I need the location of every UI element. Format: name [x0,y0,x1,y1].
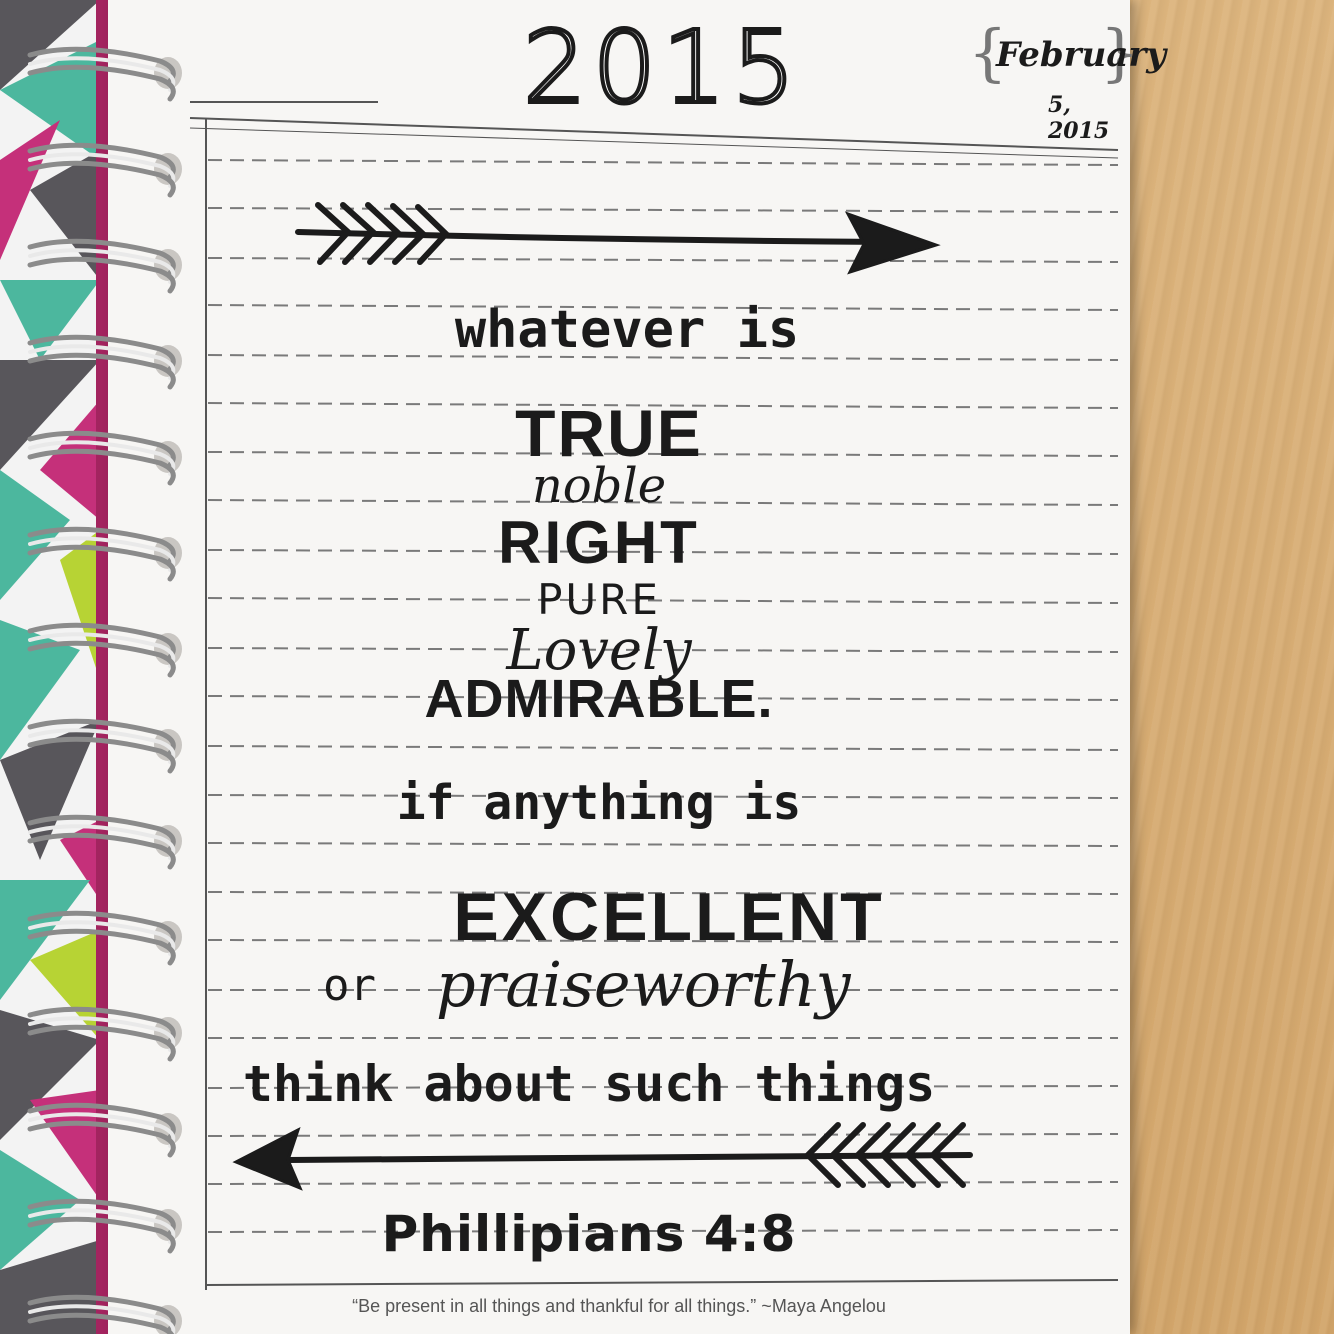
spiral-ring [28,536,176,572]
quote-word-or: or [323,960,376,1011]
spiral-binding-icon [27,46,182,1334]
spiral-ring [28,824,176,860]
spiral-ring [27,544,176,582]
spiral-ring [27,1120,176,1158]
quote-word-noble: noble [531,458,667,514]
spiral-ring [27,160,176,198]
arrow-left-icon [232,1122,973,1191]
quote-word-pure: PURE [537,575,661,624]
quote-line-if-anything-is: if anything is [396,775,802,831]
spiral-ring [28,1208,176,1244]
spiral-ring [28,728,176,764]
quote-word-excellent: EXCELLENT [453,879,885,955]
spiral-ring [28,1112,176,1148]
spiral-ring [27,832,176,870]
quote-word-admirable: ADMIRABLE. [424,669,774,729]
journal-page: 2015 { } February 5, 2015 whatever is TR… [108,0,1166,1334]
printed-footer-quote: “Be present in all things and thankful f… [352,1296,886,1316]
spiral-ring [27,256,176,294]
spiral-ring [27,736,176,774]
quote-line-whatever-is: whatever is [454,300,800,360]
scripture-reference: Phillipians 4:8 [381,1205,797,1263]
spiral-ring [27,352,176,390]
quote-line-think-about: think about such things [242,1055,936,1113]
spiral-ring [28,56,176,92]
spiral-ring [28,152,176,188]
spiral-ring [27,1024,176,1062]
arrow-right-icon [295,202,941,275]
spiral-ring [28,1016,176,1052]
spiral-ring [27,448,176,486]
quote-word-praiseworthy: praiseworthy [436,948,851,1021]
spiral-ring [28,248,176,284]
spiral-ring [27,640,176,678]
spiral-ring [27,64,176,102]
spiral-ring [28,1304,176,1334]
spiral-ring [27,928,176,966]
spiral-ring [28,920,176,956]
quote-word-right: RIGHT [498,509,700,576]
spiral-ring [28,632,176,668]
spiral-ring [28,344,176,380]
spiral-ring [27,1216,176,1254]
spiral-ring [28,440,176,476]
